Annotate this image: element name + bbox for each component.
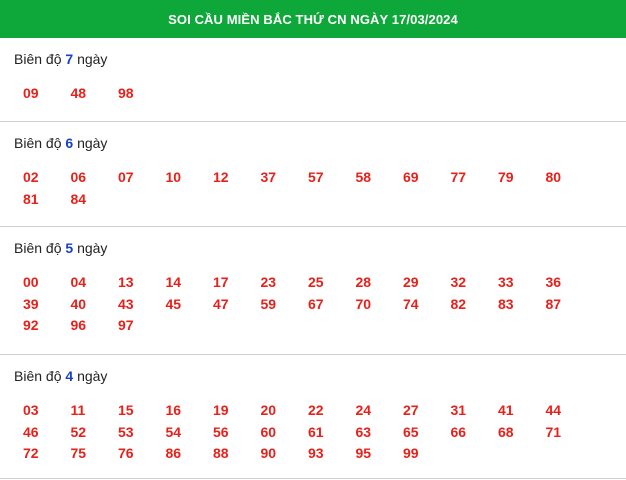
lottery-number: 58 xyxy=(355,169,372,185)
lottery-number: 14 xyxy=(165,274,182,290)
lottery-number: 33 xyxy=(498,274,514,290)
lottery-number: 71 xyxy=(545,423,562,440)
lottery-number: 43 xyxy=(118,295,134,312)
lottery-number: 29 xyxy=(403,274,419,290)
lottery-number: 57 xyxy=(308,169,324,185)
lottery-number: 17 xyxy=(213,274,229,290)
lottery-number: 28 xyxy=(355,274,372,290)
lottery-number: 83 xyxy=(498,295,514,312)
lottery-number: 65 xyxy=(403,423,419,440)
lottery-number: 74 xyxy=(403,295,419,312)
lottery-number: 31 xyxy=(450,402,467,418)
range-title: Biên độ 6 ngày xyxy=(14,135,108,151)
range-title: Biên độ 4 ngày xyxy=(14,368,108,384)
lottery-number: 40 xyxy=(70,295,87,312)
lottery-number: 54 xyxy=(165,423,182,440)
lottery-number: 88 xyxy=(213,445,229,461)
lottery-number: 09 xyxy=(23,85,39,101)
lottery-number: 44 xyxy=(545,402,562,418)
lottery-number: 39 xyxy=(23,295,39,312)
lottery-number: 87 xyxy=(545,295,562,312)
number-list: 02 06 07 10 12 37 57 58 69 77 79 80 81 84 xyxy=(14,152,626,225)
range-section-4: Biên độ 4 ngày 03 11 15 16 19 20 22 24 27 31 41 44 4… xyxy=(0,355,626,479)
lottery-number: 66 xyxy=(450,423,467,440)
lottery-number: 06 xyxy=(70,169,87,185)
lottery-number: 15 xyxy=(118,402,134,418)
lottery-number: 81 xyxy=(23,190,39,207)
lottery-number: 46 xyxy=(23,423,39,440)
range-section-5: Biên độ 5 ngày 00 04 13 14 17 23 25 28 29 32 33 36 3… xyxy=(0,227,626,355)
lottery-number: 47 xyxy=(213,295,229,312)
lottery-number: 19 xyxy=(213,402,229,418)
range-title: Biên độ 7 ngày xyxy=(14,51,108,67)
range-days: 7 xyxy=(65,51,74,67)
range-title: Biên độ 5 ngày xyxy=(14,240,108,256)
number-list: 03 11 15 16 19 20 22 24 27 31 41 44 46 52 53 54 56 60 61 63… xyxy=(14,385,626,480)
lottery-number: 25 xyxy=(308,274,324,290)
lottery-number: 10 xyxy=(165,169,182,185)
lottery-number: 11 xyxy=(70,402,86,418)
lottery-number: 04 xyxy=(70,274,87,290)
lottery-number: 12 xyxy=(213,169,229,185)
lottery-number: 67 xyxy=(308,295,324,312)
lottery-number: 60 xyxy=(260,423,277,440)
lottery-number: 32 xyxy=(450,274,467,290)
lottery-number: 63 xyxy=(355,423,372,440)
lottery-number: 84 xyxy=(70,190,87,207)
lottery-number: 99 xyxy=(403,445,419,461)
lottery-number: 95 xyxy=(355,445,372,461)
range-days: 4 xyxy=(65,368,74,384)
number-list: 00 04 13 14 17 23 25 28 29 32 33 36 39 40 43 45 47 59 67 70… xyxy=(14,257,626,352)
lottery-number: 00 xyxy=(23,274,39,290)
lottery-number: 77 xyxy=(450,169,467,185)
lottery-number: 53 xyxy=(118,423,134,440)
lottery-number: 98 xyxy=(118,85,134,101)
lottery-number: 48 xyxy=(70,85,87,101)
lottery-number: 97 xyxy=(118,317,134,333)
lottery-number: 45 xyxy=(165,295,182,312)
range-days: 6 xyxy=(65,135,74,151)
lottery-number: 86 xyxy=(165,445,182,461)
lottery-number: 13 xyxy=(118,274,134,290)
page-title: SOI CẦU MIỀN BẮC THỨ CN NGÀY 17/03/2024 xyxy=(168,11,458,27)
lottery-number: 27 xyxy=(403,402,419,418)
lottery-number: 22 xyxy=(308,402,324,418)
lottery-number: 80 xyxy=(545,169,562,185)
lottery-number: 52 xyxy=(70,423,87,440)
range-section-7: Biên độ 7 ngày 09 48 98 xyxy=(0,38,626,122)
range-days: 5 xyxy=(65,240,74,256)
lottery-number: 68 xyxy=(498,423,514,440)
lottery-number: 56 xyxy=(213,423,229,440)
lottery-number: 23 xyxy=(260,274,277,290)
lottery-number: 07 xyxy=(118,169,134,185)
number-list: 09 48 98 xyxy=(14,68,626,120)
lottery-number: 92 xyxy=(23,317,39,333)
lottery-number: 02 xyxy=(23,169,39,185)
lottery-number: 75 xyxy=(70,445,87,461)
lottery-number: 76 xyxy=(118,445,134,461)
lottery-number: 79 xyxy=(498,169,514,185)
lottery-number: 69 xyxy=(403,169,419,185)
lottery-number: 36 xyxy=(545,274,562,290)
lottery-number: 24 xyxy=(355,402,372,418)
lottery-number: 72 xyxy=(23,445,39,461)
lottery-number: 16 xyxy=(165,402,182,418)
lottery-number: 20 xyxy=(260,402,277,418)
lottery-number: 41 xyxy=(498,402,514,418)
lottery-number: 61 xyxy=(308,423,324,440)
lottery-number: 90 xyxy=(260,445,277,461)
lottery-number: 59 xyxy=(260,295,277,312)
lottery-number: 82 xyxy=(450,295,467,312)
page-header: SOI CẦU MIỀN BẮC THỨ CN NGÀY 17/03/2024 xyxy=(0,0,626,38)
lottery-number: 70 xyxy=(355,295,372,312)
range-section-6: Biên độ 6 ngày 02 06 07 10 12 37 57 58 69 77 79 80 8… xyxy=(0,122,626,227)
lottery-number: 03 xyxy=(23,402,39,418)
lottery-number: 93 xyxy=(308,445,324,461)
lottery-number: 96 xyxy=(70,317,87,333)
lottery-number: 37 xyxy=(260,169,277,185)
